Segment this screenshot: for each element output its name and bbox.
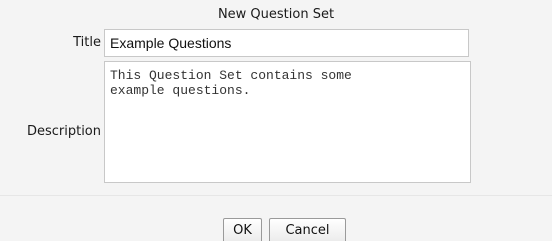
title-input[interactable] <box>104 29 469 57</box>
dialog-title: New Question Set <box>217 7 335 22</box>
form-divider <box>0 195 552 196</box>
ok-button[interactable]: OK <box>223 218 262 241</box>
new-question-set-dialog: New Question Set Title Description This … <box>0 0 552 241</box>
title-label: Title <box>73 35 101 50</box>
description-textarea[interactable]: This Question Set contains some example … <box>104 61 471 183</box>
description-label: Description <box>26 124 101 139</box>
cancel-button[interactable]: Cancel <box>269 218 346 241</box>
